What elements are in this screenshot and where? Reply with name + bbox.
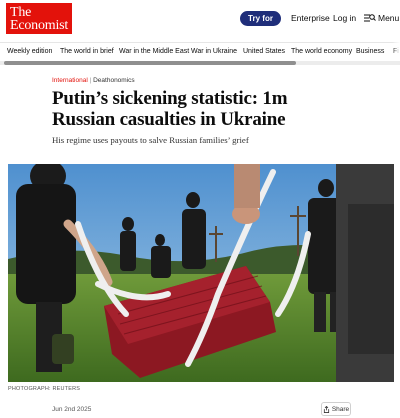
login-link[interactable]: Log in: [333, 13, 356, 23]
nav-war-in-ukraine[interactable]: War in Ukraine: [191, 48, 237, 55]
try-for-free-button[interactable]: Try for free: [240, 11, 281, 38]
article-subheadline: His regime uses payouts to salve Russian…: [52, 135, 249, 145]
share-icon: [323, 405, 329, 413]
kicker-separator: |: [89, 77, 92, 84]
site-header: The Economist Try for free Enterprise Lo…: [0, 0, 400, 38]
subsection-link[interactable]: Deathonomics: [93, 77, 135, 84]
article-photo: [8, 164, 394, 382]
nav-weekly-edition[interactable]: Weekly edition: [7, 48, 52, 55]
article-kicker: International | Deathonomics: [52, 77, 135, 84]
menu-label: Menu: [378, 13, 400, 23]
economist-logo[interactable]: The Economist: [6, 3, 72, 34]
menu-button[interactable]: Menu: [364, 11, 399, 25]
section-nav: Weekly edition The world in brief War in…: [0, 42, 400, 62]
nav-scrollbar-thumb[interactable]: [4, 61, 296, 65]
enterprise-link[interactable]: Enterprise: [291, 13, 330, 23]
search-menu-icon: [364, 14, 376, 22]
nav-world-economy[interactable]: The world economy: [291, 48, 352, 55]
share-label: Share: [331, 405, 350, 413]
article-headline: Putin’s sickening statistic: 1m Russian …: [52, 88, 288, 130]
nav-world-in-brief[interactable]: The world in brief: [60, 48, 114, 55]
photo-credit: PHOTOGRAPH: REUTERS: [8, 386, 81, 392]
article-date: Jun 2nd 2025: [52, 406, 92, 413]
nav-war-middle-east[interactable]: War in the Middle East: [119, 48, 189, 55]
nav-business[interactable]: Business: [356, 48, 384, 55]
share-button[interactable]: Share: [321, 402, 351, 416]
section-link[interactable]: International: [52, 77, 88, 84]
logo-line-2: Economist: [10, 18, 69, 33]
nav-united-states[interactable]: United States: [243, 48, 285, 55]
